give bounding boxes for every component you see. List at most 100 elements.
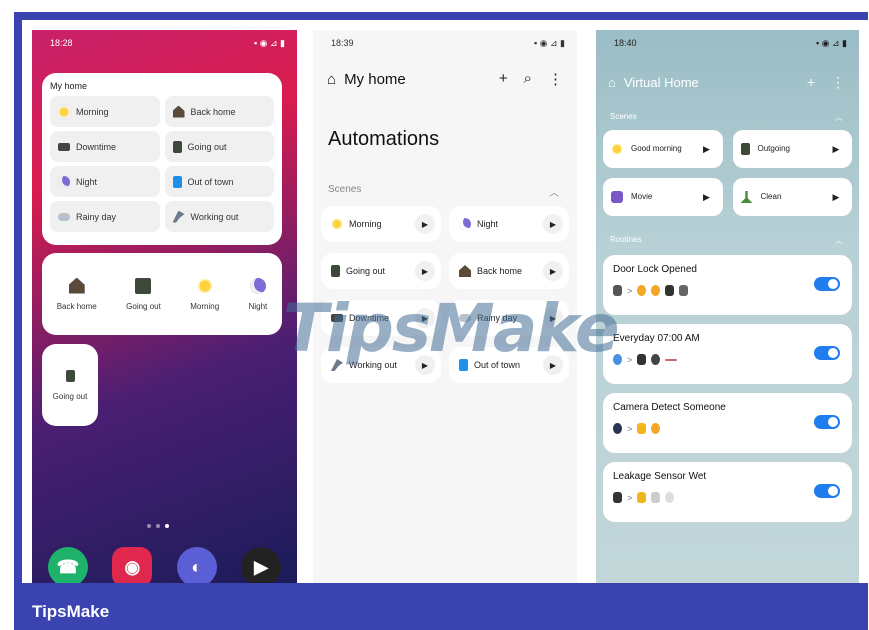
scene-label: Morning bbox=[349, 219, 382, 229]
routine-toggle[interactable] bbox=[814, 277, 840, 291]
routine-toggle[interactable] bbox=[814, 484, 840, 498]
single-scene-widget[interactable]: Going out bbox=[42, 344, 98, 426]
home-title-label: Virtual Home bbox=[623, 75, 699, 90]
scene-label: Good morning bbox=[631, 144, 682, 154]
app-header: ⌂ Virtual Home + ⋮ bbox=[608, 74, 845, 91]
projector-icon bbox=[611, 191, 623, 203]
scene-card-outgoing[interactable]: Outgoing ▶ bbox=[732, 130, 852, 168]
page-title: Automations bbox=[328, 128, 440, 150]
scene-label: Downtime bbox=[76, 141, 117, 152]
shortcut-morning[interactable]: Morning bbox=[190, 277, 220, 311]
status-time: 18:40 bbox=[614, 38, 637, 48]
scenes-grid: Good morning ▶ Outgoing ▶ Movie ▶ Clean ▶ bbox=[603, 130, 852, 216]
more-icon[interactable]: ⋮ bbox=[831, 74, 845, 91]
home-title[interactable]: ⌂ Virtual Home bbox=[608, 75, 699, 90]
scene-card-morning[interactable]: Morning ▶ bbox=[321, 206, 441, 242]
section-label: Routines bbox=[610, 235, 642, 244]
widget-scene-working-out[interactable]: Working out bbox=[164, 201, 274, 232]
shortcut-going-out[interactable]: Going out bbox=[126, 277, 161, 311]
internet-app-icon[interactable]: ◐ bbox=[176, 547, 217, 583]
more-icon[interactable]: ⋮ bbox=[548, 70, 563, 88]
widget-scene-going-out[interactable]: Going out bbox=[164, 131, 274, 162]
suitcase-icon bbox=[172, 175, 182, 188]
routine-card-everyday[interactable]: Everyday 07:00 AM > bbox=[603, 324, 852, 384]
scenes-section-header[interactable]: Scenes ︿ bbox=[328, 184, 559, 199]
routine-card-camera[interactable]: Camera Detect Someone > bbox=[603, 393, 852, 453]
widget-scene-downtime[interactable]: Downtime bbox=[50, 131, 160, 162]
scene-card-back-home[interactable]: Back home ▶ bbox=[449, 253, 569, 289]
watermark-logo: TipsMake bbox=[283, 290, 620, 367]
scene-card-clean[interactable]: Clean ▶ bbox=[732, 178, 852, 216]
play-icon[interactable]: ▶ bbox=[543, 214, 563, 234]
scene-label: Movie bbox=[631, 192, 653, 202]
scenes-section-header[interactable]: Scenes ︿ bbox=[610, 112, 843, 123]
scene-label: Working out bbox=[190, 211, 239, 222]
scene-label: Night bbox=[477, 219, 499, 229]
scene-label: Back home bbox=[190, 106, 236, 117]
bed-icon bbox=[58, 142, 70, 151]
routine-name: Everyday 07:00 AM bbox=[613, 333, 700, 344]
routine-toggle[interactable] bbox=[814, 346, 840, 360]
status-bar: 18:40 ▪ ◉ ⊿ ▮ bbox=[614, 38, 847, 49]
scene-card-going-out[interactable]: Going out ▶ bbox=[321, 253, 441, 289]
status-bar: 18:39 ▪ ◉ ⊿ ▮ bbox=[331, 38, 565, 49]
routine-card-door-lock[interactable]: Door Lock Opened > bbox=[603, 255, 852, 315]
speaker-icon bbox=[637, 354, 647, 365]
shortcut-label: Night bbox=[248, 301, 268, 311]
play-icon[interactable]: ▶ bbox=[697, 187, 717, 207]
bell-icon bbox=[637, 492, 647, 503]
widget-scene-morning[interactable]: Morning bbox=[50, 96, 160, 127]
shortcut-back-home[interactable]: Back home bbox=[56, 277, 97, 311]
play-icon[interactable]: ▶ bbox=[697, 139, 717, 159]
add-icon[interactable]: + bbox=[499, 70, 508, 88]
add-icon[interactable]: + bbox=[807, 74, 815, 91]
sun-icon bbox=[331, 218, 343, 230]
collapse-icon[interactable]: ︿ bbox=[835, 112, 843, 123]
routine-name: Camera Detect Someone bbox=[613, 402, 726, 413]
robot-icon bbox=[651, 354, 661, 365]
widget-scene-night[interactable]: Night bbox=[50, 166, 160, 197]
device-icon bbox=[651, 492, 661, 503]
shortcut-label: Back home bbox=[56, 301, 97, 311]
house-icon bbox=[459, 265, 471, 277]
app-dock: ☎ ◉ ◐ ▶ bbox=[48, 547, 281, 583]
play-icon[interactable]: ▶ bbox=[415, 261, 435, 281]
door-icon bbox=[172, 140, 182, 153]
routine-name: Door Lock Opened bbox=[613, 264, 697, 275]
bulb-icon bbox=[665, 492, 675, 503]
collapse-icon[interactable]: ︿ bbox=[549, 184, 559, 199]
home-title[interactable]: ⌂ My home bbox=[327, 71, 406, 88]
routine-card-leakage[interactable]: Leakage Sensor Wet > bbox=[603, 462, 852, 522]
search-icon[interactable]: ⌕ bbox=[524, 70, 532, 88]
scene-card-night[interactable]: Night ▶ bbox=[449, 206, 569, 242]
scene-label: Night bbox=[76, 176, 98, 187]
camera-app-icon[interactable]: ◉ bbox=[112, 547, 153, 583]
routine-toggle[interactable] bbox=[814, 415, 840, 429]
house-icon bbox=[172, 105, 185, 118]
video-app-icon[interactable]: ▶ bbox=[240, 547, 281, 583]
running-icon bbox=[172, 210, 185, 223]
widget-scene-back-home[interactable]: Back home bbox=[164, 96, 274, 127]
shortcut-label: Morning bbox=[190, 301, 220, 311]
shortcut-night[interactable]: Night bbox=[248, 277, 268, 311]
scene-card-movie[interactable]: Movie ▶ bbox=[603, 178, 723, 216]
arrow-icon: > bbox=[627, 492, 633, 503]
status-bar: 18:28 ▪ ◉ ⊿ ▮ bbox=[50, 38, 285, 49]
widget-title: My home bbox=[50, 81, 88, 91]
widget-scene-out-of-town[interactable]: Out of town bbox=[164, 166, 274, 197]
page-dot bbox=[147, 524, 151, 528]
play-icon[interactable]: ▶ bbox=[826, 187, 846, 207]
status-icons: ▪ ◉ ⊿ ▮ bbox=[815, 38, 847, 48]
routines-section-header[interactable]: Routines ︿ bbox=[610, 235, 843, 246]
scene-card-good-morning[interactable]: Good morning ▶ bbox=[603, 130, 723, 168]
scene-label: Going out bbox=[346, 266, 386, 276]
section-label: Scenes bbox=[610, 112, 637, 121]
play-icon[interactable]: ▶ bbox=[415, 214, 435, 234]
section-label: Scenes bbox=[328, 184, 362, 195]
play-icon[interactable]: ▶ bbox=[543, 261, 563, 281]
collapse-icon[interactable]: ︿ bbox=[835, 235, 843, 246]
play-icon[interactable]: ▶ bbox=[826, 139, 846, 159]
widget-scene-rainy-day[interactable]: Rainy day bbox=[50, 201, 160, 232]
phone-app-icon[interactable]: ☎ bbox=[48, 547, 88, 583]
bulb-icon bbox=[637, 285, 647, 296]
